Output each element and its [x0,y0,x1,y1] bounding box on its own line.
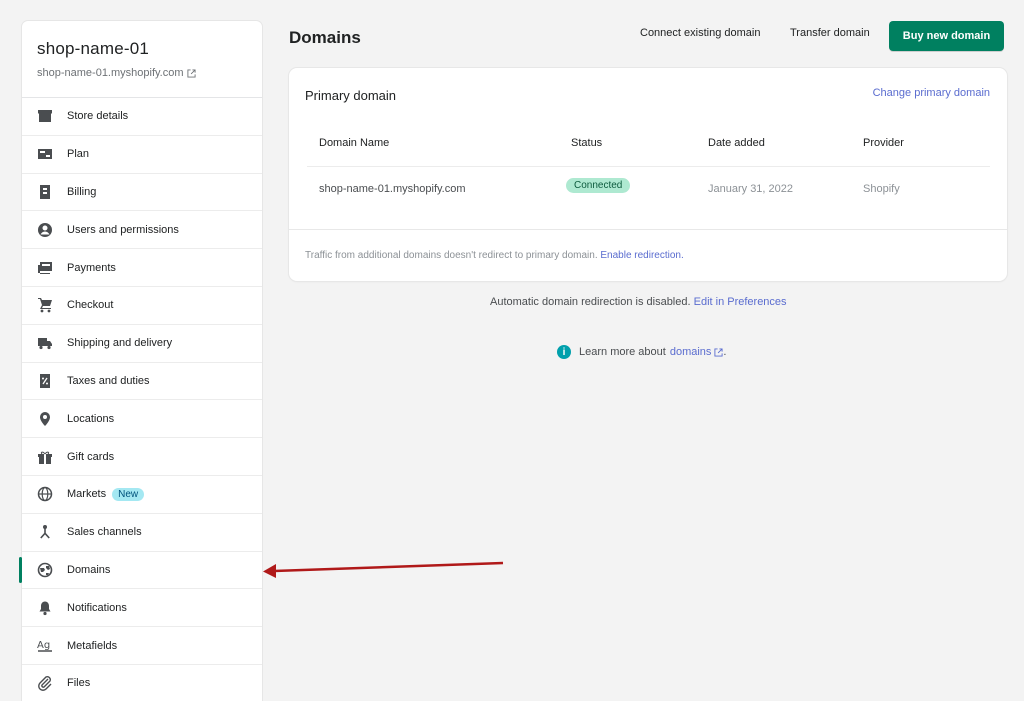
learn-more-text: Learn more about [579,346,666,358]
sidebar-item-label: Markets [67,488,107,501]
external-link-icon [714,347,723,357]
store-icon [36,107,54,125]
sidebar-item-checkout[interactable]: Checkout [22,287,262,325]
metafields-icon: Ag [36,637,54,655]
sidebar-item-payments[interactable]: Payments [22,249,262,287]
cart-icon [36,296,54,314]
bell-icon [36,599,54,617]
sidebar-item-label: Billing [67,185,97,198]
channels-icon [36,523,54,541]
sidebar-item-label: Domains [67,563,111,576]
annotation-arrow [263,561,504,578]
sidebar-item-label: Locations [67,412,115,425]
column-header-domain-name: Domain Name [319,137,390,149]
sidebar-item-label: Files [67,677,91,690]
domains-help-link[interactable]: domains [670,346,712,358]
sidebar-item-label: Payments [67,261,116,274]
settings-sidebar: shop-name-01 shop-name-01.myshopify.com … [22,21,262,701]
location-icon [36,410,54,428]
payments-icon [36,259,54,277]
divider [307,166,990,167]
provider-cell: Shopify [863,183,900,195]
sidebar-item-label: Users and permissions [67,223,179,236]
edit-in-preferences-link[interactable]: Edit in Preferences [694,296,787,308]
sidebar-item-plan[interactable]: Plan [22,136,262,174]
store-url-text: shop-name-01.myshopify.com [37,67,184,79]
connect-existing-domain-button[interactable]: Connect existing domain [640,27,760,39]
sidebar-item-store-details[interactable]: Store details [22,98,262,136]
sidebar-item-domains[interactable]: Domains [22,552,262,590]
redirect-footer: Traffic from additional domains doesn't … [305,250,684,261]
tax-icon [36,372,54,390]
info-icon: i [557,345,571,359]
redirect-note: Automatic domain redirection is disabled… [490,296,787,308]
sidebar-item-metafields[interactable]: Ag Metafields [22,627,262,665]
store-name: shop-name-01 [37,39,150,58]
sidebar-item-files[interactable]: Files [22,665,262,701]
sidebar-item-label: Gift cards [67,450,115,463]
redirect-footer-text: Traffic from additional domains doesn't … [305,250,598,261]
divider [289,229,1007,230]
transfer-domain-button[interactable]: Transfer domain [790,27,870,39]
plan-icon [36,145,54,163]
active-indicator [19,557,22,583]
sidebar-item-billing[interactable]: Billing [22,174,262,212]
change-primary-domain-link[interactable]: Change primary domain [873,87,990,99]
gift-icon [36,448,54,466]
sidebar-item-label: Store details [67,110,129,123]
card-title: Primary domain [305,88,397,103]
column-header-provider: Provider [863,137,904,149]
primary-domain-card: Primary domain Change primary domain Dom… [289,68,1007,281]
sidebar-item-label: Plan [67,148,90,161]
new-badge: New [112,487,145,501]
status-badge: Connected [566,178,631,193]
sidebar-item-label: Taxes and duties [67,374,150,387]
globe-icon [36,485,54,503]
learn-more-suffix: . [723,346,727,358]
redirect-note-text: Automatic domain redirection is disabled… [490,296,691,308]
page-title: Domains [289,28,361,47]
sidebar-item-locations[interactable]: Locations [22,400,262,439]
store-url-link[interactable]: shop-name-01.myshopify.com [37,67,247,79]
learn-more: i Learn more about domains . [557,345,726,359]
svg-text:Ag: Ag [37,640,50,651]
sidebar-item-notifications[interactable]: Notifications [22,589,262,628]
enable-redirection-link[interactable]: Enable redirection. [600,250,683,261]
billing-icon [36,183,54,201]
user-icon [36,221,54,239]
sidebar-item-label: Metafields [67,639,118,652]
sidebar-item-gift-cards[interactable]: Gift cards [22,438,262,476]
domain-globe-icon [36,561,54,579]
column-header-date-added: Date added [708,137,765,149]
paperclip-icon [36,674,54,692]
sidebar-item-markets[interactable]: Markets New [22,476,262,514]
column-header-status: Status [571,137,603,149]
sidebar-item-label: Checkout [67,299,114,312]
sidebar-item-label: Sales channels [67,526,142,539]
external-link-icon [186,68,196,78]
domain-name-cell[interactable]: shop-name-01.myshopify.com [319,183,466,195]
buy-new-domain-button[interactable]: Buy new domain [889,21,1004,51]
sidebar-item-shipping[interactable]: Shipping and delivery [22,325,262,363]
date-added-cell: January 31, 2022 [708,183,794,195]
store-header: shop-name-01 shop-name-01.myshopify.com [22,21,262,98]
sidebar-item-label: Notifications [67,601,127,614]
truck-icon [36,334,54,352]
sidebar-item-taxes[interactable]: Taxes and duties [22,363,262,401]
sidebar-item-sales-channels[interactable]: Sales channels [22,514,262,552]
sidebar-item-label: Shipping and delivery [67,337,173,350]
sidebar-item-users[interactable]: Users and permissions [22,211,262,250]
